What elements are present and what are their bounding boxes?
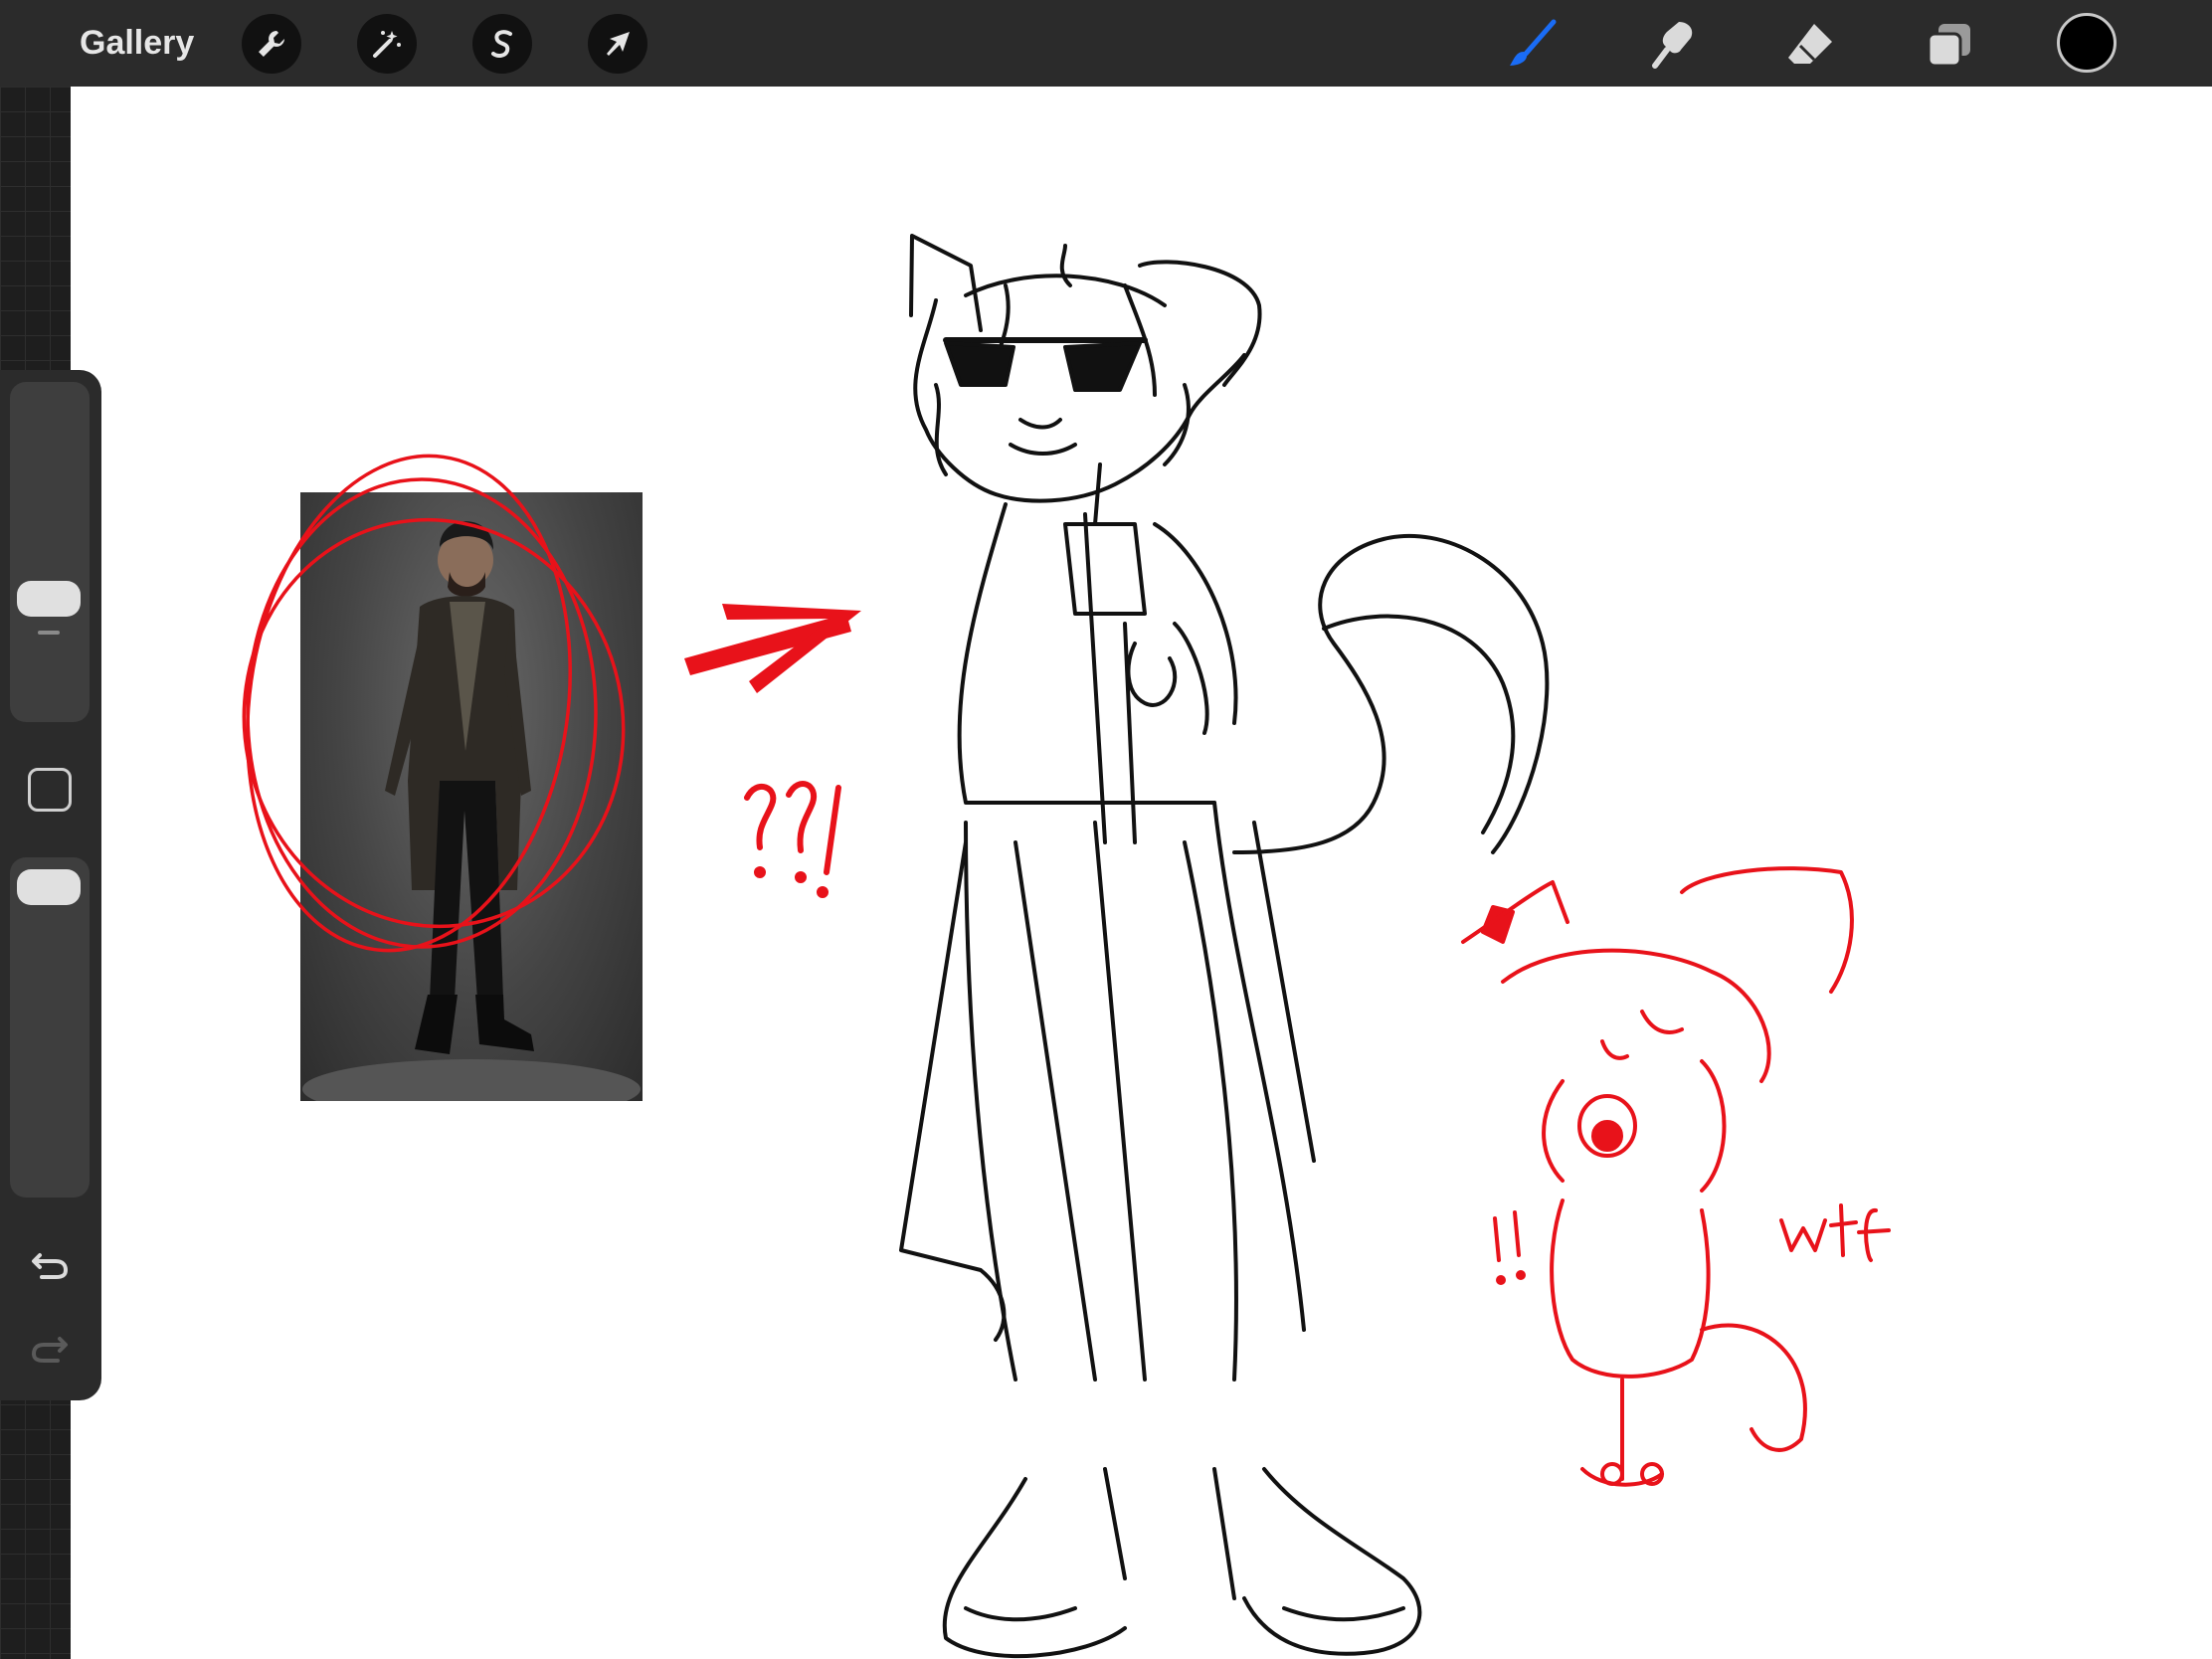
modify-button[interactable]: [28, 768, 72, 812]
opacity-slider[interactable]: [10, 857, 90, 1198]
transform-button[interactable]: [588, 14, 647, 74]
question-marks: [744, 781, 841, 898]
left-sidebar: [0, 370, 101, 1400]
red-reaction-sketch: [1461, 866, 1891, 1487]
magic-wand-icon: [373, 31, 401, 58]
layers-icon: [1927, 24, 1970, 68]
redo-button[interactable]: [24, 1321, 76, 1373]
sketch-layer: [242, 234, 1891, 1659]
brush-size-slider[interactable]: [10, 382, 90, 722]
brush-size-handle[interactable]: [17, 581, 81, 617]
adjustments-button[interactable]: [357, 14, 417, 74]
layers-button[interactable]: [1919, 14, 1980, 76]
arrow-cursor-icon: [607, 32, 630, 56]
opacity-handle[interactable]: [17, 869, 81, 905]
eraser-icon: [1788, 24, 1832, 64]
selection-s-icon: [491, 30, 512, 58]
undo-button[interactable]: [24, 1237, 76, 1289]
actions-button[interactable]: [242, 14, 301, 74]
character-sketch: [899, 234, 1550, 1659]
color-picker-button[interactable]: [2057, 13, 2117, 73]
smudge-tool-button[interactable]: [1641, 14, 1703, 76]
smudge-icon: [1652, 22, 1693, 69]
drawing-canvas[interactable]: [71, 87, 2212, 1659]
redo-icon: [31, 1337, 68, 1363]
annotation-arrow: [684, 604, 861, 693]
selection-button[interactable]: [472, 14, 532, 74]
undo-icon: [32, 1253, 69, 1279]
wrench-icon: [259, 31, 284, 57]
gallery-button[interactable]: Gallery: [80, 22, 194, 64]
slider-tick: [38, 631, 60, 635]
brush-tool-button[interactable]: [1502, 14, 1564, 76]
top-toolbar: Gallery: [0, 0, 2212, 87]
eraser-tool-button[interactable]: [1780, 14, 1842, 76]
annotation-circles: [242, 454, 626, 953]
brush-icon: [1510, 19, 1557, 66]
